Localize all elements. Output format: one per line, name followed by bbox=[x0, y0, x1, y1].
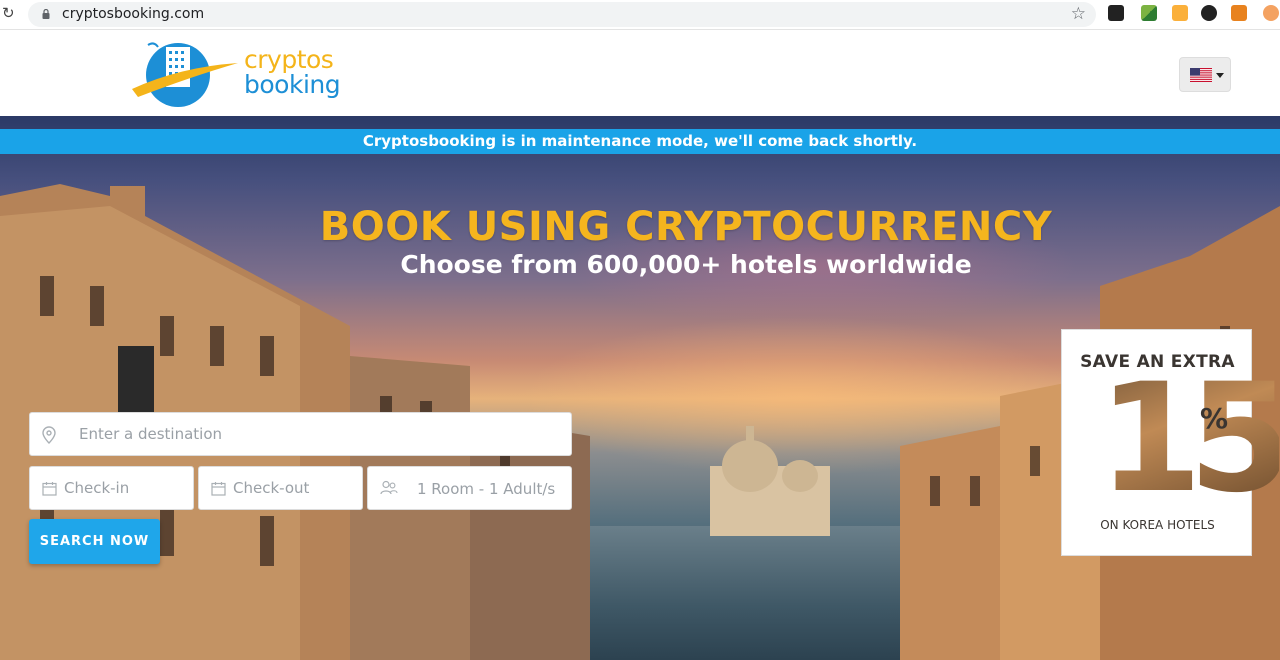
eyedropper-extension-icon[interactable] bbox=[1141, 5, 1157, 21]
hero-subtitle: Choose from 600,000+ hotels worldwide bbox=[400, 250, 972, 279]
address-bar[interactable]: cryptosbooking.com ☆ bbox=[28, 2, 1096, 27]
chevron-down-icon bbox=[1216, 73, 1224, 78]
reload-icon[interactable]: ↻ bbox=[2, 6, 18, 22]
checkout-input[interactable] bbox=[233, 479, 353, 497]
checkout-field[interactable] bbox=[198, 466, 363, 510]
maintenance-banner: Cryptosbooking is in maintenance mode, w… bbox=[0, 129, 1280, 154]
us-flag-icon bbox=[1190, 68, 1212, 82]
basilica-dome bbox=[710, 426, 830, 536]
profile-extension-icon[interactable] bbox=[1263, 5, 1279, 21]
promo-number: 15 bbox=[1098, 352, 1280, 526]
browser-toolbar: ↻ cryptosbooking.com ☆ bbox=[0, 0, 1280, 30]
logo-line-2: booking bbox=[244, 70, 341, 99]
hero-title: BOOK USING CRYPTOCURRENCY bbox=[319, 204, 1053, 250]
site-header: cryptos booking bbox=[0, 31, 1280, 116]
checkin-field[interactable] bbox=[29, 466, 194, 510]
off-extension-icon[interactable] bbox=[1172, 5, 1188, 21]
map-pin-icon bbox=[42, 426, 56, 444]
terminal-extension-icon[interactable] bbox=[1108, 5, 1124, 21]
fox-wallet-icon[interactable] bbox=[1231, 5, 1247, 21]
url-text: cryptosbooking.com bbox=[62, 6, 205, 22]
logo-wordmark: cryptos booking bbox=[244, 45, 341, 99]
circle-extension-icon[interactable] bbox=[1201, 5, 1217, 21]
promo-subline: ON KOREA HOTELS bbox=[1100, 518, 1215, 532]
guests-value: 1 Room - 1 Adult/s bbox=[417, 480, 556, 498]
hero-section: Cryptosbooking is in maintenance mode, w… bbox=[0, 116, 1280, 660]
calendar-icon bbox=[211, 482, 226, 496]
guests-selector[interactable]: 1 Room - 1 Adult/s bbox=[367, 466, 572, 510]
bookmark-star-icon[interactable]: ☆ bbox=[1071, 4, 1086, 24]
destination-input[interactable] bbox=[79, 425, 559, 443]
language-selector[interactable] bbox=[1179, 57, 1231, 92]
lock-icon bbox=[42, 9, 50, 19]
users-icon bbox=[380, 480, 398, 495]
calendar-icon bbox=[42, 482, 57, 496]
promo-card[interactable]: SAVE AN EXTRA 15 % ON KOREA HOTELS bbox=[1061, 329, 1280, 556]
promo-percent: % bbox=[1200, 402, 1229, 435]
destination-field[interactable] bbox=[29, 412, 572, 456]
checkin-input[interactable] bbox=[64, 479, 184, 497]
search-now-button[interactable]: SEARCH NOW bbox=[29, 519, 160, 564]
site-logo[interactable]: cryptos booking bbox=[130, 37, 341, 113]
globe-hotel-icon bbox=[132, 42, 238, 107]
logo-line-1: cryptos bbox=[244, 45, 334, 74]
